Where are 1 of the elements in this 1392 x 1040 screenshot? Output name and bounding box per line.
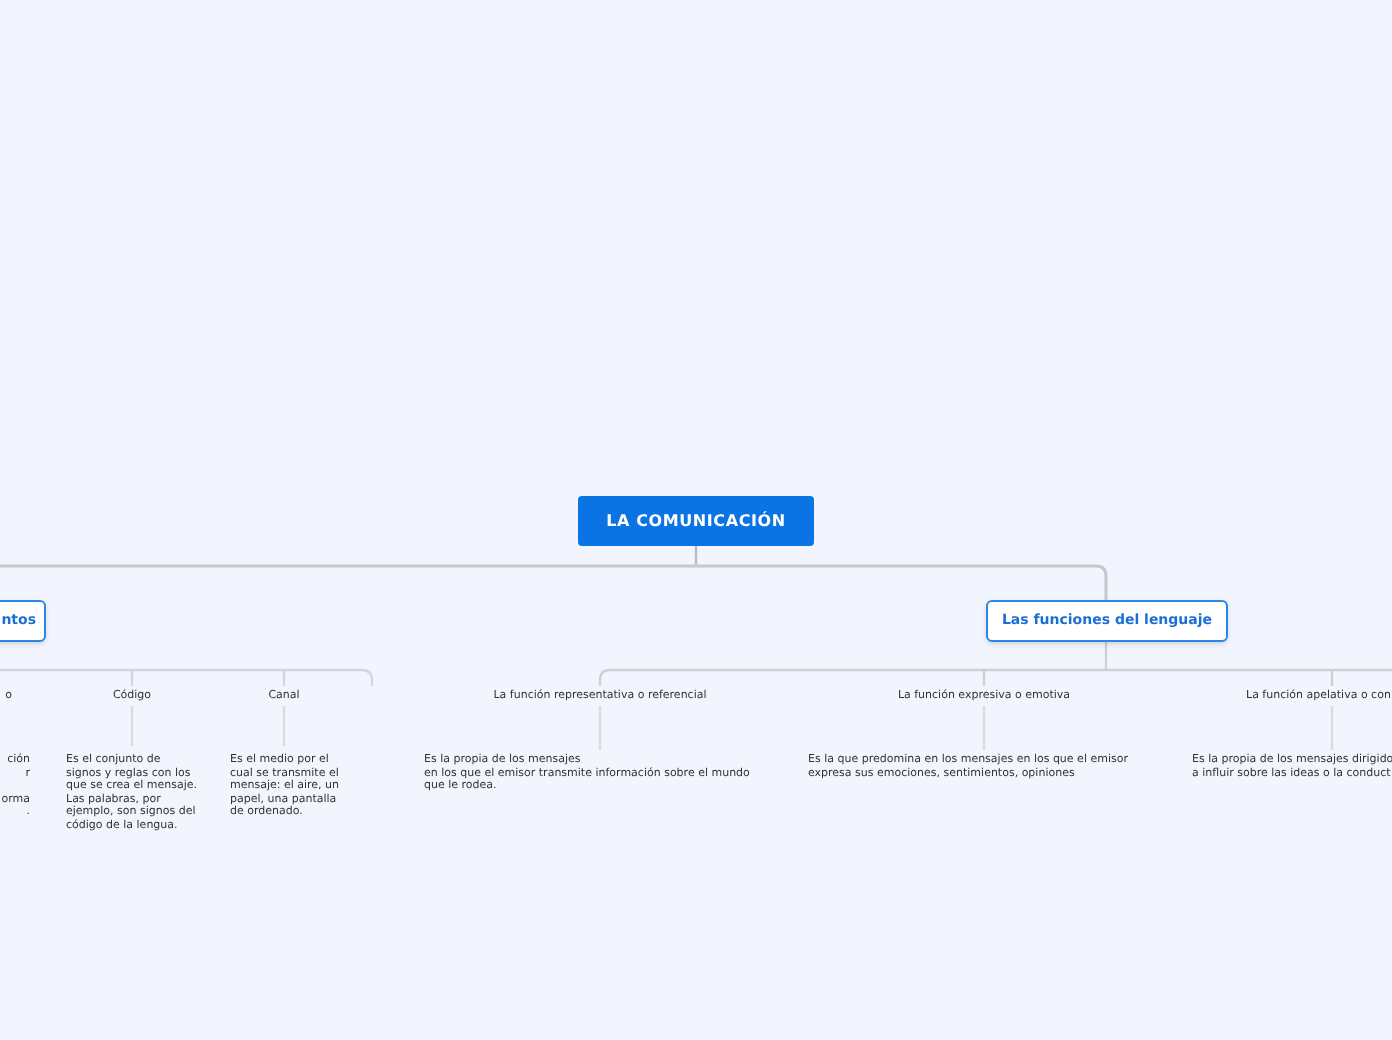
root-node[interactable]: LA COMUNICACIÓN bbox=[578, 496, 814, 546]
